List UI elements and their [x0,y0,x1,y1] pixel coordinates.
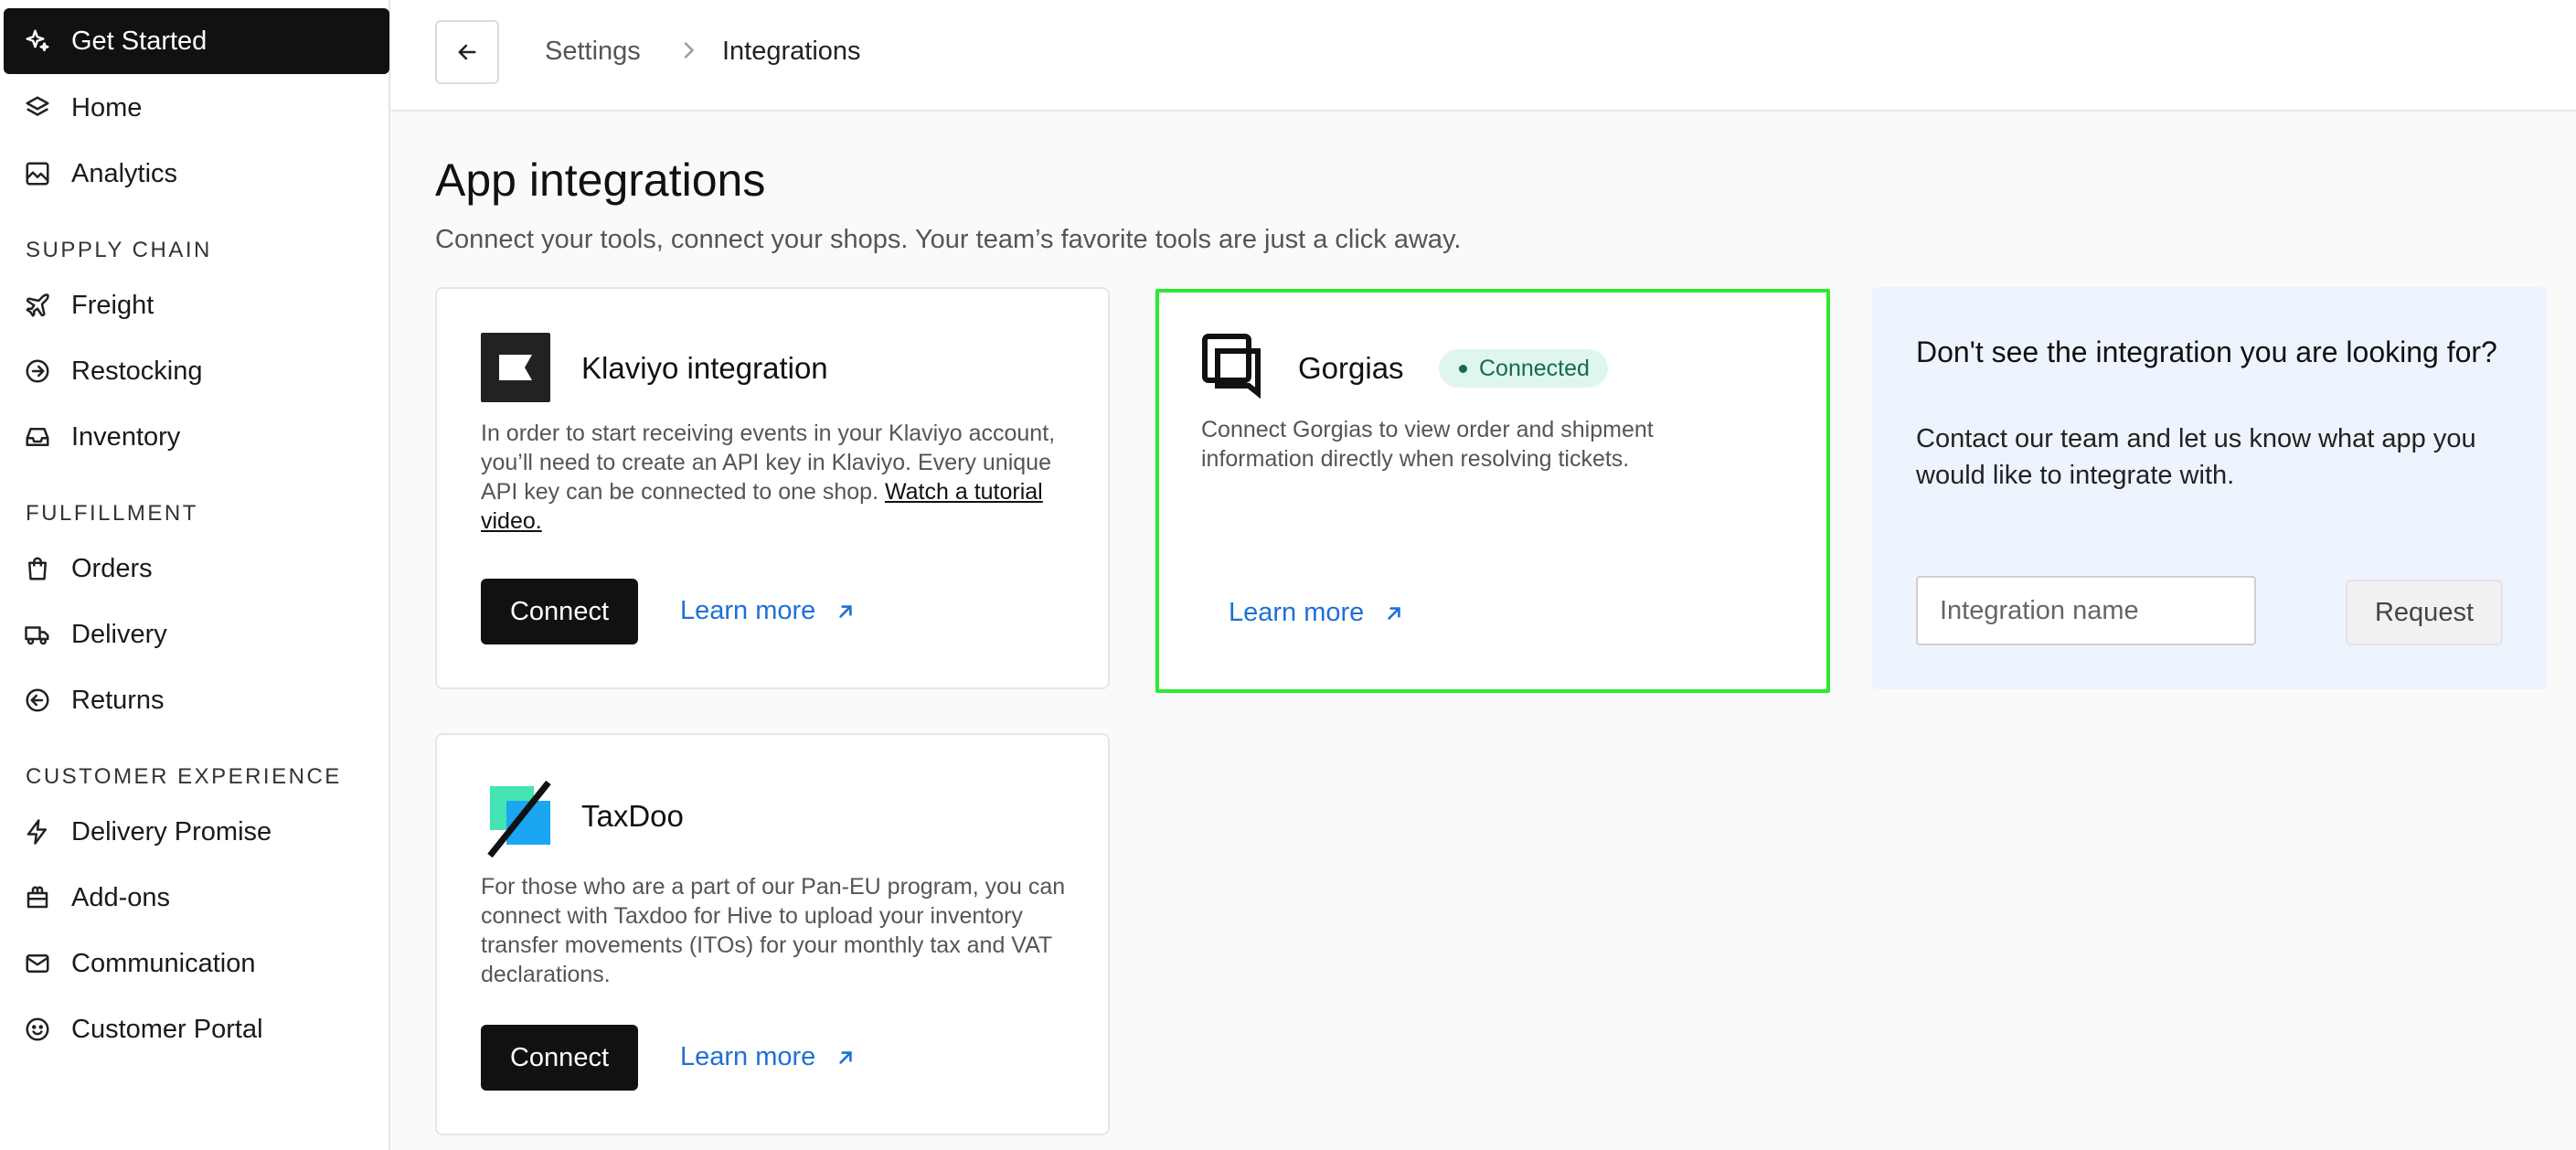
klaviyo-card: Klaviyo integration In order to start re… [435,287,1110,689]
gorgias-title: Gorgias [1298,351,1404,385]
connected-status-badge: Connected [1439,349,1608,388]
back-button[interactable] [435,20,499,84]
section-title-customer-experience: CUSTOMER EXPERIENCE [26,764,342,789]
sidebar-item-customer-portal[interactable]: Customer Portal [4,996,389,1062]
arrow-up-right-icon [1388,606,1401,620]
sidebar-item-label: Get Started [71,26,208,56]
sidebar-item-label: Customer Portal [71,1014,263,1044]
sidebar-item-label: Returns [71,685,165,715]
plane-icon [22,290,53,321]
klaviyo-learn-more-link[interactable]: Learn more [680,596,857,626]
shopping-bag-icon [22,553,53,584]
sidebar-item-label: Communication [71,948,256,978]
taxdoo-card: TaxDoo For those who are a part of our P… [435,733,1110,1135]
sidebar-item-label: Home [71,92,143,122]
taxdoo-title: TaxDoo [581,799,684,833]
sidebar-item-delivery-promise[interactable]: Delivery Promise [4,799,389,865]
sidebar-item-label: Restocking [71,356,203,386]
sidebar-item-label: Inventory [71,421,181,452]
inbox-icon [22,421,53,453]
sidebar-item-label: Freight [71,290,154,320]
taxdoo-learn-more-link[interactable]: Learn more [680,1042,857,1072]
chart-image-icon [22,158,53,189]
klaviyo-title: Klaviyo integration [581,351,828,385]
breadcrumb-integrations: Integrations [722,37,861,66]
klaviyo-description: In order to start receiving events in yo… [481,419,1075,536]
sidebar-item-orders[interactable]: Orders [4,536,389,602]
sidebar-item-analytics[interactable]: Analytics [4,141,389,207]
integration-name-input[interactable] [1916,576,2256,645]
gorgias-learn-more-link[interactable]: Learn more [1229,598,1406,628]
sidebar-item-returns[interactable]: Returns [4,667,389,733]
taxdoo-connect-button[interactable]: Connect [481,1025,638,1091]
breadcrumb-settings[interactable]: Settings [545,37,641,67]
mail-icon [22,948,53,979]
status-dot-icon [1459,365,1467,373]
taxdoo-logo-icon [484,780,554,858]
klaviyo-connect-button[interactable]: Connect [481,579,638,644]
sidebar-item-communication[interactable]: Communication [4,931,389,996]
lightning-icon [22,816,53,847]
learn-more-label: Learn more [1229,598,1365,627]
truck-icon [22,619,53,650]
sparkle-icon [22,26,53,57]
section-title-fulfillment: FULFILLMENT [26,501,198,526]
gift-bag-icon [22,882,53,913]
gorgias-description: Connect Gorgias to view order and shipme… [1201,417,1654,472]
request-subtitle: Contact our team and let us know what ap… [1916,424,2476,490]
layers-icon [22,92,53,123]
sidebar-item-add-ons[interactable]: Add-ons [4,865,389,931]
sidebar: Get Started Home Analytics SUPPLY CHAIN … [0,0,390,1150]
sidebar-item-home[interactable]: Home [4,75,389,141]
request-button[interactable]: Request [2346,580,2503,645]
sidebar-item-freight[interactable]: Freight [4,272,389,338]
gorgias-card: Gorgias Connected Connect Gorgias to vie… [1155,289,1830,693]
circle-arrow-right-icon [22,356,53,387]
page-subtitle: Connect your tools, connect your shops. … [435,225,1462,254]
top-bar: Settings Integrations [391,0,2576,112]
taxdoo-description: For those who are a part of our Pan-EU p… [481,874,1066,987]
section-title-supply-chain: SUPPLY CHAIN [26,238,212,262]
learn-more-label: Learn more [680,1042,816,1071]
sidebar-item-restocking[interactable]: Restocking [4,338,389,404]
arrow-left-icon [458,44,476,60]
sidebar-item-get-started[interactable]: Get Started [4,8,389,74]
sidebar-item-label: Add-ons [71,882,171,912]
sidebar-item-label: Delivery Promise [71,816,272,847]
page-title: App integrations [435,154,766,206]
sidebar-item-delivery[interactable]: Delivery [4,602,389,667]
circle-arrow-left-icon [22,685,53,716]
sidebar-item-label: Delivery [71,619,167,649]
status-label: Connected [1479,355,1590,381]
sidebar-item-inventory[interactable]: Inventory [4,404,389,470]
request-integration-panel: Don't see the integration you are lookin… [1872,287,2547,689]
chevron-right-icon [675,35,702,66]
klaviyo-logo-icon [481,333,550,402]
arrow-up-right-icon [839,1050,853,1064]
sidebar-item-label: Analytics [71,158,178,188]
sidebar-item-label: Orders [71,553,153,583]
learn-more-label: Learn more [680,596,816,625]
arrow-up-right-icon [839,604,853,618]
smiley-icon [22,1014,53,1045]
request-title: Don't see the integration you are lookin… [1916,335,2497,368]
gorgias-logo-icon [1201,333,1265,400]
